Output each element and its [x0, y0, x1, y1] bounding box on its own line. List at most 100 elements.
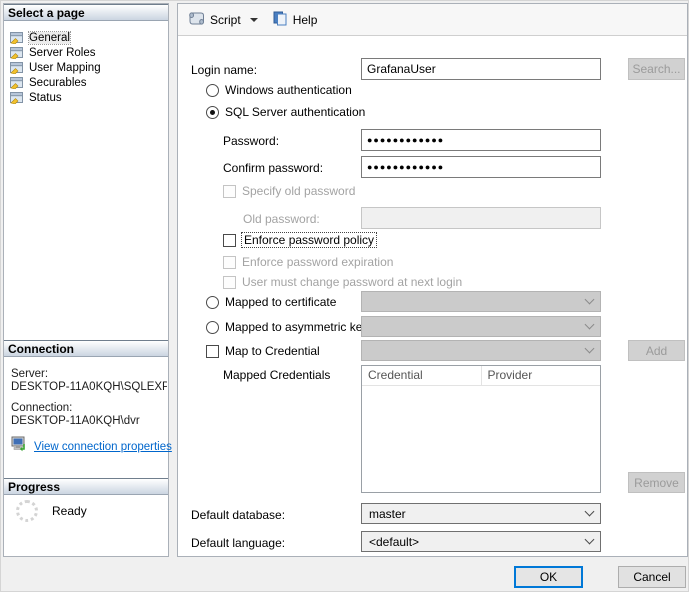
progress-status: Ready [52, 504, 87, 518]
connection-label: Connection: [11, 402, 72, 414]
dialog-footer: OK Cancel [1, 559, 689, 592]
chevron-down-icon [585, 344, 595, 354]
page-icon [9, 91, 24, 104]
asymmetric-key-combobox [361, 316, 601, 337]
map-credential-label[interactable]: Map to Credential [225, 344, 320, 358]
default-database-value: master [369, 507, 406, 521]
default-language-value: <default> [369, 535, 419, 549]
map-credential-checkbox[interactable] [206, 345, 219, 358]
specify-old-password-label: Specify old password [242, 184, 355, 198]
server-value: DESKTOP-11A0KQH\SQLEXPRE [11, 381, 167, 393]
ok-button[interactable]: OK [514, 566, 583, 588]
connection-value: DESKTOP-11A0KQH\dvr [11, 415, 167, 427]
script-button-label: Script [210, 13, 241, 27]
enforce-policy-label[interactable]: Enforce password policy [242, 233, 376, 247]
map-credential-row: Map to Credential [206, 344, 320, 358]
mapped-certificate-label[interactable]: Mapped to certificate [225, 295, 336, 309]
view-connection-properties-link[interactable]: View connection properties [34, 441, 172, 453]
enforce-policy-row: Enforce password policy [223, 233, 376, 247]
specify-old-password-checkbox [223, 185, 236, 198]
windows-auth-row: Windows authentication [206, 83, 352, 97]
sidebar-item-user-mapping[interactable]: User Mapping [6, 60, 166, 75]
password-input[interactable] [361, 129, 601, 151]
progress-spinner-icon [16, 500, 38, 522]
select-a-page-header: Select a page [4, 4, 168, 21]
chevron-down-icon [585, 320, 595, 330]
sidebar-item-securables[interactable]: Securables [6, 75, 166, 90]
sql-auth-row: SQL Server authentication [206, 105, 365, 119]
must-change-password-checkbox [223, 276, 236, 289]
progress-title: Progress [8, 480, 60, 494]
sidebar-item-label: Server Roles [29, 47, 95, 59]
mapped-asymmetric-label[interactable]: Mapped to asymmetric key [225, 320, 368, 334]
search-button: Search... [628, 58, 685, 80]
default-database-combobox[interactable]: master [361, 503, 601, 524]
login-properties-dialog: Select a page General Server Roles User … [0, 0, 689, 592]
table-header-row: Credential Provider [362, 366, 600, 386]
view-connection-properties-row: View connection properties [11, 436, 172, 457]
sidebar-item-general[interactable]: General [6, 30, 166, 45]
script-button[interactable]: Script [188, 11, 258, 28]
connection-header: Connection [4, 340, 168, 357]
progress-status-row: Ready [16, 500, 87, 522]
enforce-expiration-checkbox [223, 256, 236, 269]
sidebar-item-server-roles[interactable]: Server Roles [6, 45, 166, 60]
credential-combobox [361, 340, 601, 361]
old-password-label: Old password: [243, 212, 320, 226]
main-panel: Script Help Login name: Search... Window… [177, 3, 688, 557]
sidebar-item-label: Status [29, 92, 62, 104]
must-change-password-label: User must change password at next login [242, 275, 462, 289]
page-icon [9, 31, 24, 44]
sidebar-item-label: General [29, 32, 70, 44]
server-label: Server: [11, 368, 48, 380]
confirm-password-label: Confirm password: [223, 161, 323, 175]
default-language-label: Default language: [191, 536, 285, 550]
enforce-expiration-label: Enforce password expiration [242, 255, 393, 269]
mapped-credentials-table[interactable]: Credential Provider [361, 365, 601, 493]
chevron-down-icon [585, 507, 595, 517]
help-button[interactable]: Help [272, 11, 318, 29]
monitor-icon [11, 436, 29, 457]
select-a-page-title: Select a page [8, 6, 85, 20]
mapped-certificate-radio[interactable] [206, 296, 219, 309]
certificate-combobox [361, 291, 601, 312]
sql-auth-label[interactable]: SQL Server authentication [225, 105, 365, 119]
toolbar: Script Help [178, 4, 687, 36]
chevron-down-icon [585, 295, 595, 305]
progress-header: Progress [4, 478, 168, 495]
mapped-certificate-row: Mapped to certificate [206, 295, 336, 309]
sql-auth-radio[interactable] [206, 106, 219, 119]
table-column-credential[interactable]: Credential [362, 366, 482, 385]
page-icon [9, 61, 24, 74]
cancel-button[interactable]: Cancel [618, 566, 686, 588]
old-password-input [361, 207, 601, 229]
sidebar-item-label: User Mapping [29, 62, 101, 74]
sidebar-item-status[interactable]: Status [6, 90, 166, 105]
table-column-provider[interactable]: Provider [482, 366, 601, 385]
windows-auth-radio[interactable] [206, 84, 219, 97]
page-icon [9, 76, 24, 89]
windows-auth-label[interactable]: Windows authentication [225, 83, 352, 97]
help-book-icon [272, 11, 288, 29]
mapped-credentials-label: Mapped Credentials [223, 368, 330, 382]
mapped-asymmetric-row: Mapped to asymmetric key [206, 320, 368, 334]
specify-old-password-row: Specify old password [223, 184, 355, 198]
script-dropdown-arrow-icon [250, 18, 258, 22]
enforce-expiration-row: Enforce password expiration [223, 255, 393, 269]
default-language-combobox[interactable]: <default> [361, 531, 601, 552]
enforce-policy-checkbox[interactable] [223, 234, 236, 247]
chevron-down-icon [585, 535, 595, 545]
must-change-password-row: User must change password at next login [223, 275, 462, 289]
login-name-label: Login name: [191, 63, 257, 77]
connection-title: Connection [8, 342, 74, 356]
login-name-input[interactable] [361, 58, 601, 80]
page-icon [9, 46, 24, 59]
confirm-password-input[interactable] [361, 156, 601, 178]
script-scroll-icon [188, 11, 205, 28]
help-button-label: Help [293, 13, 318, 27]
sidebar: Select a page General Server Roles User … [3, 3, 169, 557]
add-button: Add [628, 340, 685, 361]
remove-button: Remove [628, 472, 685, 493]
password-label: Password: [223, 134, 279, 148]
mapped-asymmetric-radio[interactable] [206, 321, 219, 334]
